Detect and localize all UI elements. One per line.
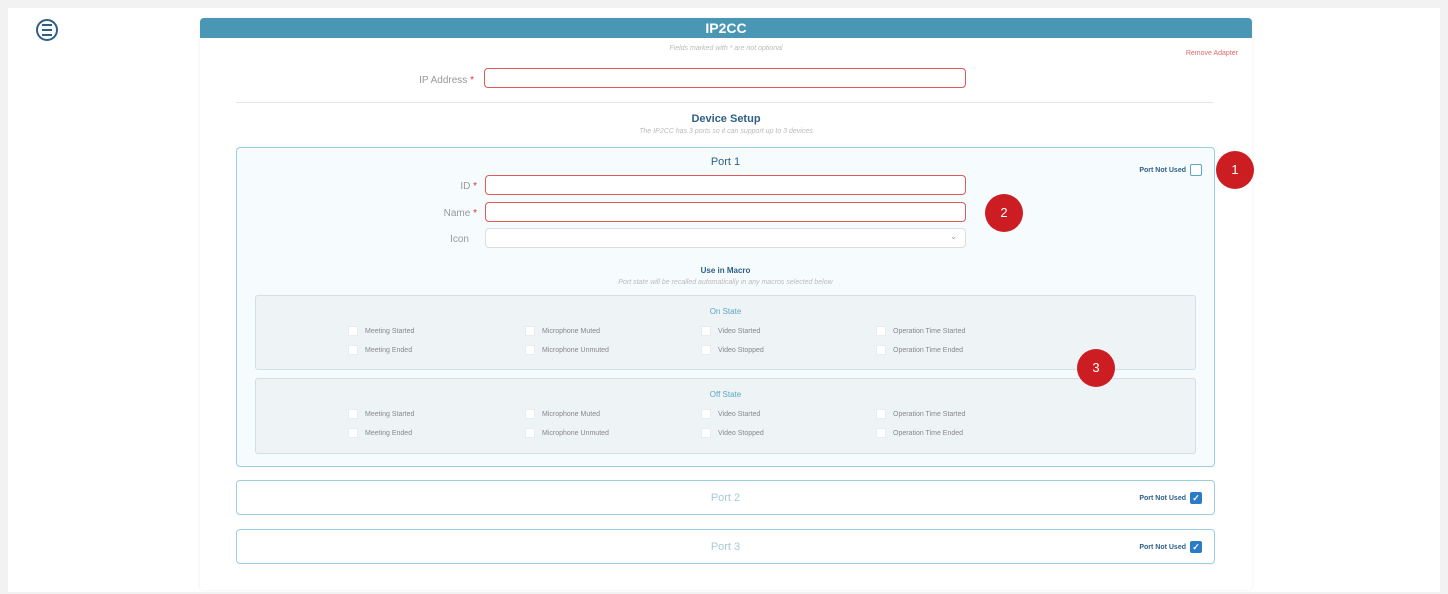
adapter-card: IP2CC Fields marked with * are not optio… — [200, 18, 1252, 590]
port-1-panel: Port 1 Port Not Used ID * Name * Icon ⌄ … — [236, 147, 1215, 467]
off-meeting-ended-option[interactable]: Meeting Ended — [348, 428, 412, 438]
option-label: Microphone Unmuted — [542, 429, 609, 437]
checkbox[interactable] — [876, 326, 886, 336]
divider — [236, 102, 1214, 103]
option-label: Operation Time Ended — [893, 346, 964, 354]
port-1-not-used[interactable]: Port Not Used — [1139, 164, 1202, 176]
device-setup-title: Device Setup — [691, 113, 761, 125]
port-3-panel[interactable]: Port 3 Port Not Used ✓ — [236, 529, 1215, 564]
option-label: Microphone Unmuted — [542, 346, 609, 354]
option-label: Operation Time Ended — [893, 429, 964, 437]
required-mark: * — [470, 75, 474, 86]
checkbox[interactable] — [701, 428, 711, 438]
checkbox[interactable] — [876, 345, 886, 355]
option-label: Video Started — [718, 327, 761, 335]
option-label: Meeting Started — [365, 410, 415, 418]
annotation-marker-1: 1 — [1216, 151, 1254, 189]
option-label: Microphone Muted — [542, 410, 600, 418]
on-meeting-started-option[interactable]: Meeting Started — [348, 326, 414, 336]
ip-address-label: IP Address * — [360, 75, 474, 86]
remove-adapter-link[interactable]: Remove Adapter — [1186, 50, 1238, 57]
checkbox[interactable] — [876, 409, 886, 419]
icon-label: Icon — [450, 234, 469, 245]
checkbox[interactable] — [525, 326, 535, 336]
port-2-not-used[interactable]: Port Not Used ✓ — [1139, 492, 1202, 504]
port-2-not-used-checkbox[interactable]: ✓ — [1190, 492, 1202, 504]
off-microphone-unmuted-option[interactable]: Microphone Unmuted — [525, 428, 609, 438]
adapter-title: IP2CC — [200, 18, 1252, 38]
name-label: Name * — [397, 208, 477, 219]
checkbox[interactable] — [348, 428, 358, 438]
port-not-used-label: Port Not Used — [1139, 494, 1186, 502]
on-meeting-ended-option[interactable]: Meeting Ended — [348, 345, 412, 355]
checkbox[interactable] — [525, 428, 535, 438]
on-microphone-muted-option[interactable]: Microphone Muted — [525, 326, 600, 336]
annotation-marker-2: 2 — [985, 194, 1023, 232]
port-3-title: Port 3 — [710, 541, 741, 553]
on-microphone-unmuted-option[interactable]: Microphone Unmuted — [525, 345, 609, 355]
device-setup-subtitle: The IP2CC has 3 ports so it can support … — [639, 128, 813, 135]
port-1-icon-select[interactable]: ⌄ — [485, 228, 966, 248]
option-label: Video Stopped — [718, 429, 764, 437]
off-state-title: Off State — [709, 390, 742, 399]
checkbox[interactable] — [701, 345, 711, 355]
port-2-panel[interactable]: Port 2 Port Not Used ✓ — [236, 480, 1215, 515]
option-label: Microphone Muted — [542, 327, 600, 335]
option-label: Video Started — [718, 410, 761, 418]
on-operation-time-started-option[interactable]: Operation Time Started — [876, 326, 965, 336]
port-1-title: Port 1 — [710, 156, 741, 168]
off-operation-time-started-option[interactable]: Operation Time Started — [876, 409, 965, 419]
use-in-macro-subtitle: Port state will be recalled automaticall… — [618, 279, 833, 286]
off-video-stopped-option[interactable]: Video Stopped — [701, 428, 764, 438]
off-microphone-muted-option[interactable]: Microphone Muted — [525, 409, 600, 419]
port-2-title: Port 2 — [710, 492, 741, 504]
checkbox[interactable] — [348, 409, 358, 419]
id-label-text: ID — [460, 181, 471, 192]
required-mark: * — [473, 181, 477, 192]
checkbox[interactable] — [701, 326, 711, 336]
required-mark: * — [473, 208, 477, 219]
chevron-down-icon: ⌄ — [950, 232, 957, 241]
port-not-used-label: Port Not Used — [1139, 543, 1186, 551]
checkbox[interactable] — [348, 326, 358, 336]
on-state-panel: On State Meeting Started Microphone Mute… — [255, 295, 1196, 370]
ip-address-input[interactable] — [484, 68, 966, 88]
off-state-panel: Off State Meeting Started Microphone Mut… — [255, 378, 1196, 454]
option-label: Video Stopped — [718, 346, 764, 354]
off-operation-time-ended-option[interactable]: Operation Time Ended — [876, 428, 963, 438]
option-label: Meeting Ended — [365, 346, 413, 354]
port-not-used-label: Port Not Used — [1139, 166, 1186, 174]
id-label: ID * — [397, 181, 477, 192]
on-video-started-option[interactable]: Video Started — [701, 326, 760, 336]
required-fields-note: Fields marked with * are not optional — [669, 45, 783, 52]
port-3-not-used[interactable]: Port Not Used ✓ — [1139, 541, 1202, 553]
port-1-name-input[interactable] — [485, 202, 966, 222]
option-label: Meeting Started — [365, 327, 415, 335]
on-operation-time-ended-option[interactable]: Operation Time Ended — [876, 345, 963, 355]
off-meeting-started-option[interactable]: Meeting Started — [348, 409, 414, 419]
option-label: Meeting Ended — [365, 429, 413, 437]
checkbox[interactable] — [701, 409, 711, 419]
off-video-started-option[interactable]: Video Started — [701, 409, 760, 419]
checkbox[interactable] — [525, 345, 535, 355]
check-icon: ✓ — [1192, 493, 1200, 503]
use-in-macro-title: Use in Macro — [700, 266, 751, 275]
checkbox[interactable] — [348, 345, 358, 355]
on-state-title: On State — [709, 307, 742, 316]
check-icon: ✓ — [1192, 542, 1200, 552]
checkbox[interactable] — [525, 409, 535, 419]
checkbox[interactable] — [876, 428, 886, 438]
option-label: Operation Time Started — [893, 327, 966, 335]
ip-address-label-text: IP Address — [419, 75, 468, 86]
menu-icon[interactable] — [36, 19, 58, 41]
name-label-text: Name — [443, 208, 471, 219]
annotation-marker-3: 3 — [1077, 349, 1115, 387]
port-3-not-used-checkbox[interactable]: ✓ — [1190, 541, 1202, 553]
on-video-stopped-option[interactable]: Video Stopped — [701, 345, 764, 355]
port-1-not-used-checkbox[interactable] — [1190, 164, 1202, 176]
port-1-id-input[interactable] — [485, 175, 966, 195]
option-label: Operation Time Started — [893, 410, 966, 418]
